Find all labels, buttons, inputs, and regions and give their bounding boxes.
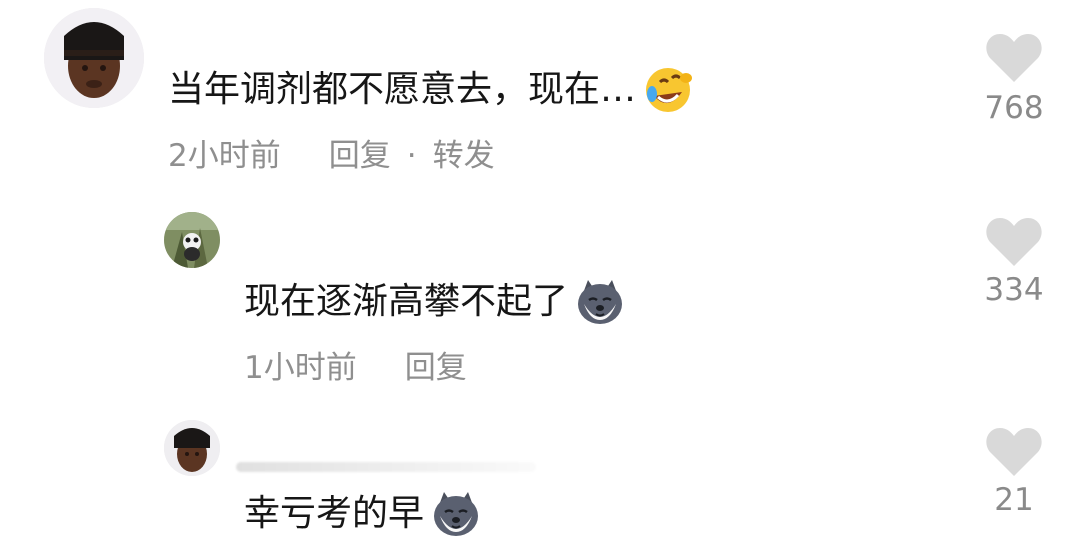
comment-text-3-label: 幸亏考的早 [244,493,425,534]
username-blurred [236,462,536,472]
heart-icon[interactable] [984,32,1044,84]
share-button-1[interactable]: 转发 [433,138,495,174]
comment-time-2: 1小时前 [244,350,357,386]
comment-text-2-label: 现在逐渐高攀不起了 [244,281,569,322]
comment-text-1: 当年调剂都不愿意去，现在… [168,64,694,116]
like-count-2: 334 [984,272,1044,308]
avatar-image-1 [44,8,144,108]
comment-text-1-label: 当年调剂都不愿意去，现在… [168,69,637,110]
avatar-image-2 [164,212,220,268]
dog-face-emoji [434,492,479,536]
reply-button-1[interactable]: 回复 [329,138,391,174]
comment-text-3: 幸亏考的早 [244,488,482,540]
reply-button-2[interactable]: 回复 [405,350,467,386]
comment-time-1: 2小时前 [168,138,281,174]
dog-face-emoji [578,280,623,324]
rolling-on-floor-laughing-emoji [646,68,693,112]
avatar-commenter-1[interactable] [44,8,144,108]
heart-icon[interactable] [984,216,1044,268]
comment-meta-1: 2小时前 回复 · 转发 [168,138,495,174]
avatar-commenter-2[interactable] [164,212,220,268]
comment-text-2: 现在逐渐高攀不起了 [244,276,626,328]
comment-meta-2: 1小时前 回复 [244,350,467,386]
avatar-commenter-3[interactable] [164,420,220,476]
like-count-1: 768 [984,90,1044,126]
like-count-3: 21 [994,482,1034,518]
separator-dot: · [406,138,417,174]
avatar-image-3 [164,420,220,476]
heart-icon[interactable] [984,426,1044,478]
